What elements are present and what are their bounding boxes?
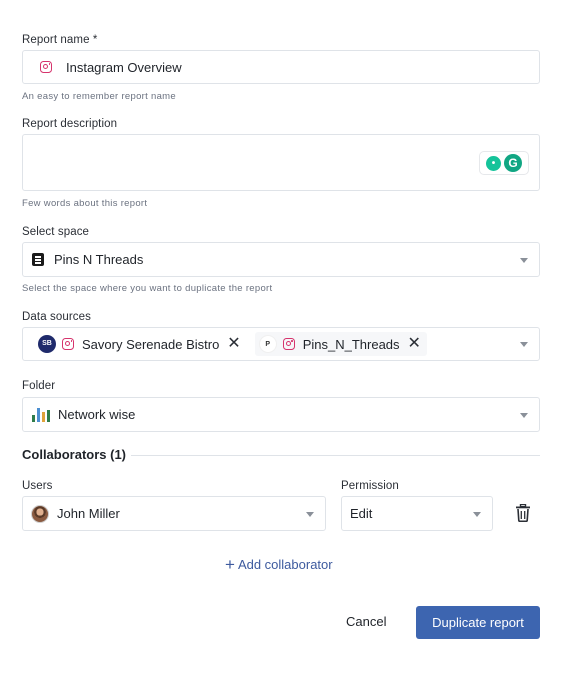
remove-chip-icon[interactable]: ✕ — [408, 336, 421, 352]
cancel-button[interactable]: Cancel — [346, 614, 386, 629]
bar-chart-icon-bar — [42, 411, 45, 422]
source-avatar: SB — [38, 335, 56, 353]
section-divider — [131, 455, 540, 456]
folder-dropdown[interactable]: Network wise — [22, 397, 540, 432]
lightbulb-icon[interactable]: • — [486, 155, 501, 171]
chevron-down-icon[interactable] — [306, 511, 314, 517]
permission-dropdown[interactable]: Edit — [341, 496, 493, 531]
plus-icon: + — [225, 555, 235, 574]
avatar — [31, 504, 49, 523]
report-name-label: Report name * — [22, 34, 98, 46]
data-sources-multiselect[interactable]: SB Savory Serenade Bistro ✕ P Pins_N_Thr… — [22, 327, 540, 361]
select-space-hint: Select the space where you want to dupli… — [22, 283, 273, 294]
data-source-chip: P Pins_N_Threads ✕ — [254, 332, 427, 356]
select-space-dropdown[interactable]: Pins N Threads — [22, 242, 540, 277]
bar-chart-icon — [32, 407, 50, 422]
duplicate-report-button[interactable]: Duplicate report — [416, 606, 540, 639]
select-space-value: Pins N Threads — [54, 252, 144, 267]
data-sources-label: Data sources — [22, 311, 91, 323]
source-avatar: P — [258, 335, 277, 353]
chevron-down-icon[interactable] — [520, 342, 528, 347]
grammarly-widget[interactable]: • G — [479, 151, 529, 175]
instagram-icon — [40, 61, 52, 73]
report-description-label: Report description — [22, 118, 118, 130]
collaborators-title: Collaborators (1) — [22, 447, 127, 462]
add-collaborator-label: Add collaborator — [237, 557, 333, 572]
instagram-icon — [282, 338, 295, 350]
chevron-down-icon[interactable] — [520, 257, 528, 263]
instagram-icon — [62, 338, 74, 350]
bar-chart-icon-bar — [47, 409, 50, 422]
folder-value: Network wise — [58, 407, 136, 422]
permission-label: Permission — [341, 480, 399, 492]
report-description-textarea[interactable]: • G — [22, 134, 540, 191]
chevron-down-icon[interactable] — [473, 511, 481, 517]
report-name-value: Instagram Overview — [66, 59, 182, 75]
select-space-label: Select space — [22, 226, 90, 238]
report-description-hint: Few words about this report — [22, 198, 148, 209]
users-label: Users — [22, 480, 53, 492]
space-logo-icon — [32, 253, 44, 266]
user-value: John Miller — [57, 506, 120, 521]
report-name-hint: An easy to remember report name — [22, 91, 176, 102]
chevron-down-icon[interactable] — [520, 412, 528, 418]
data-source-name: Pins_N_Threads — [302, 336, 400, 352]
bar-chart-icon-bar — [37, 407, 40, 422]
grammarly-icon[interactable]: G — [504, 154, 522, 172]
data-source-name: Savory Serenade Bistro — [82, 336, 220, 352]
bar-chart-icon-bar — [32, 414, 35, 422]
trash-icon[interactable] — [515, 504, 531, 522]
folder-label: Folder — [22, 380, 56, 392]
add-collaborator-button[interactable]: + Add collaborator — [225, 556, 333, 573]
user-dropdown[interactable]: John Miller — [22, 496, 326, 531]
data-source-chip: SB Savory Serenade Bistro ✕ — [34, 332, 247, 356]
report-name-input[interactable]: Instagram Overview — [22, 50, 540, 84]
permission-value: Edit — [350, 506, 373, 521]
remove-chip-icon[interactable]: ✕ — [227, 336, 240, 352]
